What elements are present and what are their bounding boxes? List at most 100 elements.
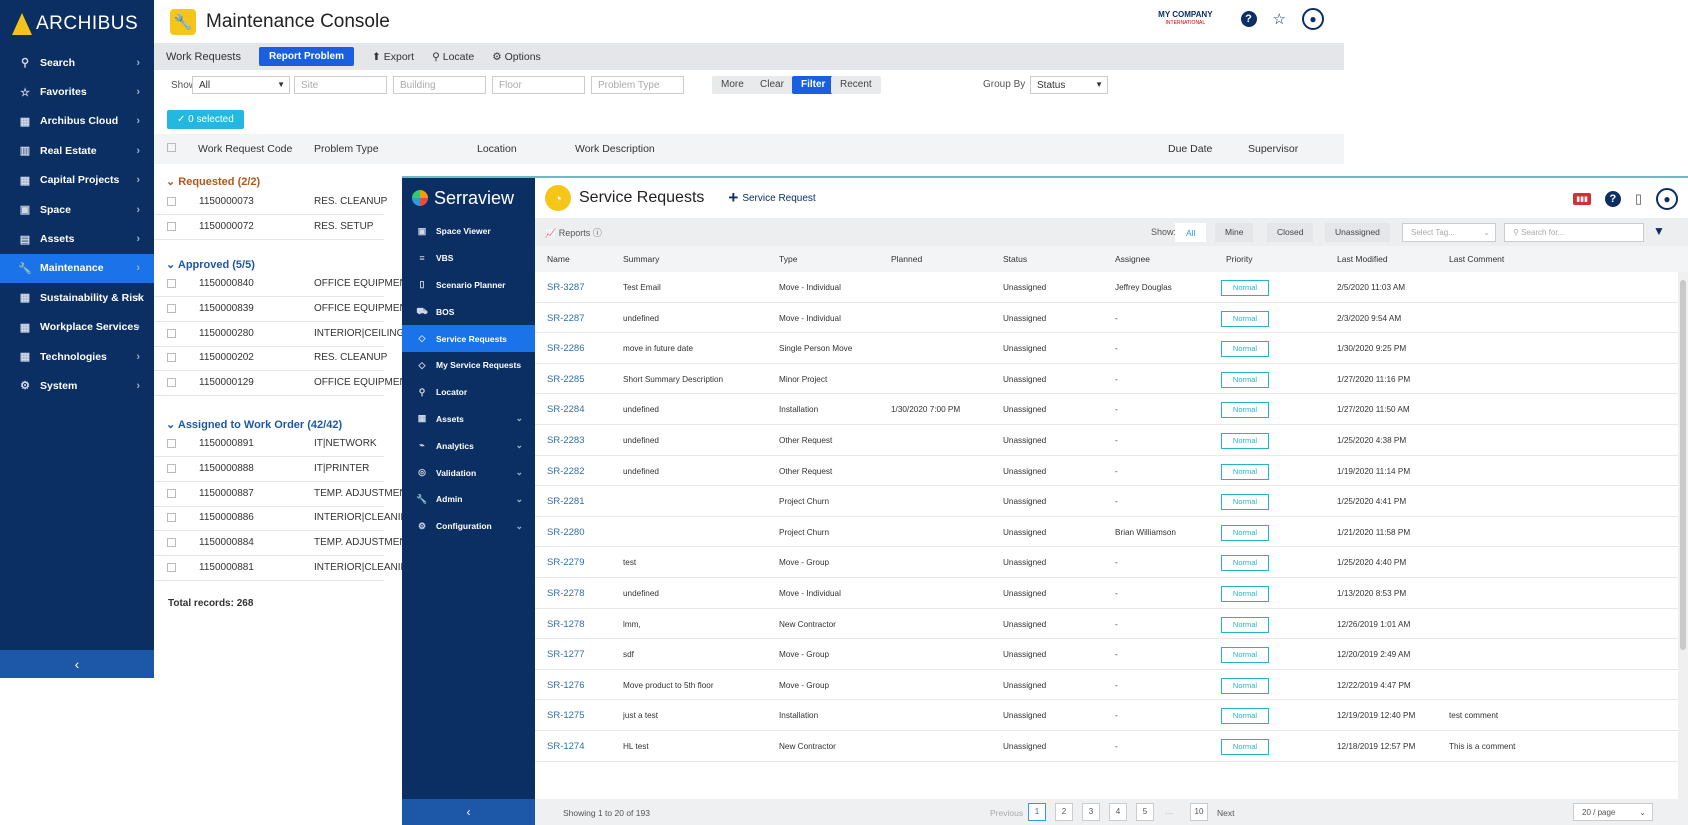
table-row[interactable]: SR-1277 sdf Move - Group Unassigned - Normal 1… — [535, 639, 1678, 670]
row-checkbox[interactable] — [167, 563, 176, 572]
row-checkbox[interactable] — [167, 538, 176, 548]
sidebar-item-capital-projects[interactable]: ▦ Capital Projects › — [0, 166, 154, 195]
request-name-link[interactable]: SR-1278 — [547, 619, 585, 630]
request-name-link[interactable]: SR-2278 — [547, 588, 585, 599]
table-row[interactable]: 1150000072 RES. SETUP — [154, 214, 384, 240]
table-row[interactable]: 1150000839 OFFICE EQUIPMENT| — [154, 296, 416, 322]
request-name-link[interactable]: SR-2282 — [547, 466, 585, 477]
sidebar-item-workplace-services[interactable]: ▦ Workplace Services › — [0, 313, 154, 342]
previous-page-button[interactable]: Previous — [990, 808, 1023, 818]
group-assigned[interactable]: ⌄ Assigned to Work Order (42/42) — [166, 418, 342, 431]
collapse-sidebar-button[interactable]: ‹ — [0, 650, 154, 678]
page-button-1[interactable]: 1 — [1028, 803, 1046, 821]
col-type[interactable]: Type — [779, 254, 797, 264]
sidebar-item-space-viewer[interactable]: ▣ Space Viewer — [402, 218, 535, 245]
col-status[interactable]: Status — [1003, 254, 1027, 264]
table-row[interactable]: SR-2285 Short Summary Description Minor Pr… — [535, 364, 1678, 395]
request-name-link[interactable]: SR-1274 — [547, 741, 585, 752]
row-checkbox[interactable] — [167, 439, 176, 448]
search-input[interactable]: ⚲ Search for... — [1504, 223, 1644, 242]
table-row[interactable]: 1150000891 IT|NETWORK — [154, 431, 384, 457]
select-all-checkbox[interactable] — [167, 143, 176, 152]
col-supervisor[interactable]: Supervisor — [1248, 143, 1298, 155]
table-row[interactable]: SR-2280 Project Churn Unassigned Brian Will… — [535, 517, 1678, 548]
table-row[interactable]: SR-1276 Move product to 5th floor Move - G… — [535, 670, 1678, 701]
col-summary[interactable]: Summary — [623, 254, 659, 264]
table-row[interactable]: 1150000887 TEMP. ADJUSTMENT — [154, 481, 413, 507]
col-due-date[interactable]: Due Date — [1168, 143, 1212, 155]
col-problem-type[interactable]: Problem Type — [314, 143, 379, 155]
site-input[interactable]: Site — [294, 76, 387, 94]
sidebar-item-configuration[interactable]: ⚙ Configuration ⌄ — [402, 513, 535, 540]
table-row[interactable]: 1150000884 TEMP. ADJUSTMENT — [154, 530, 413, 557]
table-row[interactable]: 1150000881 INTERIOR|CLEANING — [154, 555, 416, 581]
request-name-link[interactable]: SR-2280 — [547, 527, 585, 538]
row-checkbox[interactable] — [167, 463, 176, 473]
table-row[interactable]: SR-2281 Project Churn Unassigned - Normal 1/2… — [535, 486, 1678, 517]
request-name-link[interactable]: SR-2286 — [547, 343, 585, 354]
row-checkbox[interactable] — [167, 513, 176, 523]
table-row[interactable]: 1150000129 OFFICE EQUIPMENT — [154, 370, 413, 397]
next-page-button[interactable]: Next — [1217, 808, 1234, 818]
col-last-modified[interactable]: Last Modified — [1337, 254, 1388, 264]
row-checkbox[interactable] — [167, 353, 176, 363]
group-requested[interactable]: ⌄ Requested (2/2) — [166, 175, 260, 188]
group-approved[interactable]: ⌄ Approved (5/5) — [166, 258, 255, 271]
problem-type-input[interactable]: Problem Type — [591, 76, 684, 94]
request-name-link[interactable]: SR-2284 — [547, 404, 585, 415]
table-row[interactable]: 1150000073 RES. CLEANUP — [154, 189, 387, 215]
page-button-5[interactable]: 5 — [1136, 803, 1154, 821]
sidebar-item-technologies[interactable]: ▦ Technologies › — [0, 342, 154, 371]
filter-all-button[interactable]: All — [1175, 223, 1207, 242]
col-priority[interactable]: Priority — [1226, 254, 1252, 264]
sidebar-item-analytics[interactable]: ⌁ Analytics ⌄ — [402, 432, 535, 459]
page-button-2[interactable]: 2 — [1055, 803, 1073, 821]
filter-mine-button[interactable]: Mine — [1215, 223, 1254, 242]
col-work-request-code[interactable]: Work Request Code — [198, 143, 292, 155]
document-icon[interactable]: ▯ — [1635, 191, 1642, 207]
collapse-sidebar-button[interactable]: ‹ — [402, 799, 535, 825]
report-problem-button[interactable]: Report Problem — [259, 47, 355, 66]
table-row[interactable]: 1150000886 INTERIOR|CLEANING — [154, 505, 416, 532]
sidebar-item-system[interactable]: ⚙ System › — [0, 371, 154, 400]
col-work-description[interactable]: Work Description — [575, 143, 655, 155]
new-service-request-button[interactable]: + Service Request — [728, 188, 815, 208]
page-button-3[interactable]: 3 — [1082, 803, 1100, 821]
table-row[interactable]: SR-2282 undefined Other Request Unassigned -… — [535, 456, 1678, 487]
user-avatar-icon[interactable]: ● — [1656, 188, 1678, 210]
export-button[interactable]: ⬆ Export — [372, 51, 414, 63]
table-row[interactable]: SR-2283 undefined Other Request Unassigned -… — [535, 425, 1678, 456]
serraview-logo[interactable]: Serraview — [402, 178, 535, 218]
sidebar-item-real-estate[interactable]: ▥ Real Estate › — [0, 136, 154, 165]
help-icon[interactable]: ? — [1604, 191, 1621, 207]
sidebar-item-maintenance[interactable]: 🔧 Maintenance › — [0, 253, 154, 284]
table-row[interactable]: SR-2284 undefined Installation 1/30/2020 7:… — [535, 394, 1678, 425]
more-button[interactable]: More — [712, 76, 753, 94]
building-input[interactable]: Building — [393, 76, 486, 94]
request-name-link[interactable]: SR-1277 — [547, 649, 585, 660]
sidebar-item-vbs[interactable]: ≡ VBS — [402, 245, 535, 272]
table-row[interactable]: SR-3287 Test Email Move - Individual Unassi… — [535, 272, 1678, 303]
archibus-logo[interactable]: ARCHIBUS — [0, 0, 154, 48]
sidebar-item-locator[interactable]: ⚲ Locator — [402, 379, 535, 406]
table-row[interactable]: SR-1275 just a test Installation Unassigned… — [535, 700, 1678, 731]
page-button-4[interactable]: 4 — [1109, 803, 1127, 821]
sidebar-item-assets[interactable]: ▦ Assets ⌄ — [402, 406, 535, 433]
filter-closed-button[interactable]: Closed — [1267, 223, 1314, 242]
sidebar-item-validation[interactable]: ◎ Validation ⌄ — [402, 459, 535, 486]
vertical-scrollbar[interactable] — [1678, 272, 1688, 825]
col-name[interactable]: Name — [547, 254, 570, 264]
table-row[interactable]: SR-2278 undefined Move - Individual Unassig… — [535, 578, 1678, 609]
row-checkbox[interactable] — [167, 197, 176, 206]
clear-button[interactable]: Clear — [751, 76, 793, 94]
scrollbar-thumb[interactable] — [1680, 280, 1686, 650]
col-assignee[interactable]: Assignee — [1115, 254, 1150, 264]
row-checkbox[interactable] — [167, 221, 176, 231]
table-row[interactable]: 1150000280 INTERIOR|CEILING — [154, 321, 404, 347]
sidebar-item-service-requests[interactable]: ◇ Service Requests — [402, 325, 535, 352]
reports-button[interactable]: 📈 Reports ⓘ — [545, 226, 602, 239]
table-row[interactable]: SR-2279 test Move - Group Unassigned - Normal… — [535, 547, 1678, 578]
recent-button[interactable]: Recent — [831, 76, 881, 94]
show-select[interactable]: All ▼ — [192, 76, 290, 94]
table-row[interactable]: 1150000840 OFFICE EQUIPMENT| — [154, 271, 416, 297]
